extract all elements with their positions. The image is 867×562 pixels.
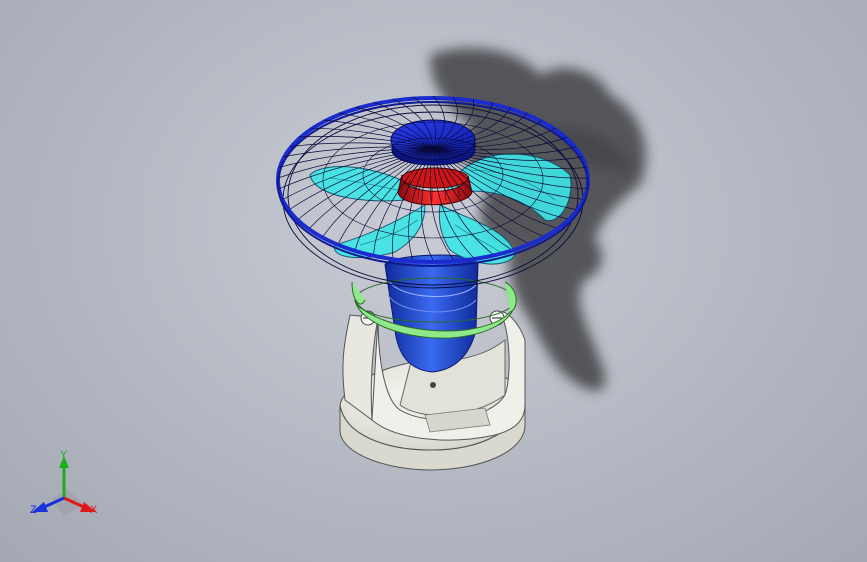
fan-model-canvas[interactable] [0,0,867,562]
x-axis-label: X [90,504,98,516]
y-axis-label: Y [60,449,68,461]
orientation-triad[interactable]: Y X Z [22,446,106,526]
motor-housing[interactable] [384,254,479,373]
3d-viewport[interactable]: Y X Z [0,0,867,562]
z-axis-label: Z [30,504,37,516]
mount-hole [430,382,436,388]
